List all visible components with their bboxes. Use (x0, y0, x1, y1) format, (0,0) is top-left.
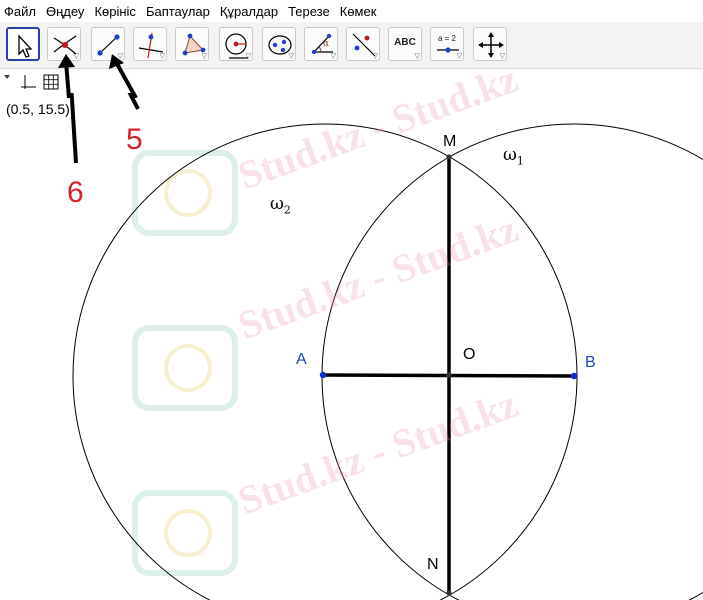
label-n: N (427, 556, 439, 573)
slider-tool-button[interactable]: a = 2 ▽ (430, 27, 464, 61)
annotation-number-5: 5 (126, 123, 143, 156)
tool-dropdown-marker: ▽ (330, 53, 336, 60)
text-icon: ABC (394, 37, 416, 48)
point-a[interactable] (319, 371, 327, 379)
label-omega1: ω1 (503, 145, 524, 167)
circle-tool-button[interactable]: ▽ (219, 27, 253, 61)
tool-dropdown-marker: ▽ (201, 53, 207, 60)
circle-omega2[interactable] (72, 123, 578, 600)
annotation-arrow-tips (58, 54, 138, 98)
text-tool-button[interactable]: ABC ▽ (388, 27, 422, 61)
ellipse-tool-button[interactable]: ▽ (262, 27, 296, 61)
graphics-view[interactable] (0, 93, 703, 600)
annotation-number-6: 6 (67, 176, 84, 209)
svg-text:α: α (323, 39, 329, 49)
point-m[interactable] (446, 154, 452, 160)
menu-file[interactable]: Файл (0, 4, 42, 19)
menu-help[interactable]: Көмек (336, 4, 383, 19)
tool-dropdown-marker: ▽ (414, 53, 420, 60)
label-omega2: ω2 (270, 194, 291, 216)
tool-dropdown-marker: ▽ (456, 53, 462, 60)
label-m: M (443, 133, 457, 150)
point-n[interactable] (446, 590, 452, 596)
omega2-symbol: ω (270, 194, 284, 214)
tool-dropdown-marker: ▽ (372, 53, 378, 60)
omega1-symbol: ω (503, 145, 517, 165)
menu-edit[interactable]: Өңдеу (42, 4, 90, 19)
reflect-tool-button[interactable]: ▽ (346, 27, 380, 61)
tool-dropdown-marker: ▽ (245, 53, 251, 60)
omega1-subscript: 1 (516, 154, 524, 168)
label-b: B (585, 354, 596, 371)
menu-bar: Файл Өңдеу Көрініс Баптаулар Құралдар Те… (0, 0, 703, 22)
point-b[interactable] (570, 372, 578, 380)
coordinate-readout: (0.5, 15.5) (6, 101, 70, 117)
label-a: A (296, 351, 307, 368)
angle-tool-button[interactable]: α ▽ (304, 27, 338, 61)
tool-dropdown-marker: ▽ (288, 53, 294, 60)
menu-tools[interactable]: Құралдар (216, 4, 284, 19)
menu-options[interactable]: Баптаулар (142, 4, 216, 19)
tool-dropdown-marker: ▽ (159, 53, 165, 60)
polygon-tool-button[interactable]: ▽ (175, 27, 209, 61)
menu-window[interactable]: Терезе (284, 4, 336, 19)
menu-view[interactable]: Көрініс (90, 4, 142, 19)
omega2-subscript: 2 (283, 203, 291, 217)
watermark-logo (132, 150, 238, 576)
point-o[interactable] (446, 372, 452, 378)
circle-omega1[interactable] (321, 123, 703, 600)
label-o: O (463, 346, 476, 363)
